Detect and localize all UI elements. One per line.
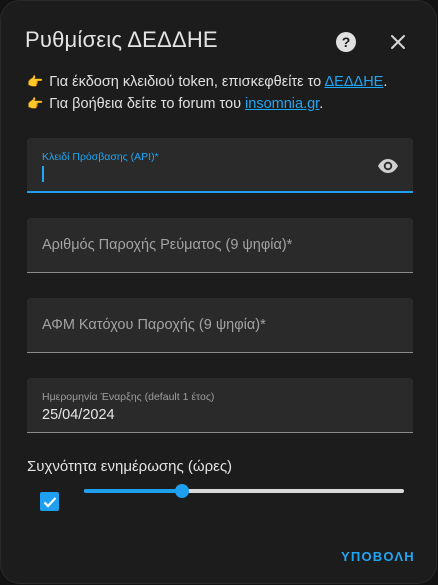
- info-text: Για έκδοση κλειδιού token, επισκεφθείτε …: [49, 74, 322, 90]
- info-line-forum: 👉 Για βοήθεια δείτε το forum του insomnia…: [27, 96, 323, 112]
- dialog-title: Ρυθμίσεις ΔΕΔΔΗΕ: [25, 27, 218, 52]
- submit-button[interactable]: ΥΠΟΒΟΛΗ: [341, 549, 415, 564]
- eye-icon[interactable]: [377, 158, 399, 174]
- supply-number-label: Αριθμός Παροχής Ρεύματος (9 ψηφία)*: [42, 237, 293, 253]
- frequency-slider[interactable]: [84, 482, 404, 500]
- slider-fill: [84, 489, 182, 493]
- settings-dialog: Ρυθμίσεις ΔΕΔΔΗΕ ? 👉 Για έκδοση κλειδιού …: [0, 0, 437, 584]
- checkmark-icon: [43, 496, 56, 508]
- help-button[interactable]: ?: [332, 28, 360, 56]
- text-caret: [42, 166, 44, 182]
- info-punct: .: [383, 74, 388, 90]
- info-text: Για βοήθεια δείτε το forum του: [49, 96, 242, 112]
- frequency-label: Συχνότητα ενημέρωσης (ώρες): [27, 458, 233, 475]
- insomnia-link[interactable]: insomnia.gr: [245, 96, 319, 112]
- tax-id-label: ΑΦΜ Κατόχου Παροχής (9 ψηφία)*: [42, 317, 266, 333]
- info-punct: .: [319, 96, 324, 112]
- pointing-hand-icon: 👉: [27, 96, 44, 111]
- slider-thumb[interactable]: [174, 484, 189, 498]
- deddie-link[interactable]: ΔΕΔΔΗΕ: [324, 74, 383, 90]
- tax-id-field[interactable]: ΑΦΜ Κατόχου Παροχής (9 ψηφία)*: [27, 298, 413, 353]
- api-key-field[interactable]: Κλειδί Πρόσβασης (API)*: [27, 138, 413, 193]
- start-date-value: 25/04/2024: [42, 407, 115, 423]
- api-key-label: Κλειδί Πρόσβασης (API)*: [42, 151, 159, 163]
- start-date-label: Ημερομηνία Έναρξης (default 1 έτος): [42, 391, 215, 403]
- info-line-token: 👉 Για έκδοση κλειδιού token, επισκεφθείτε…: [27, 74, 387, 90]
- start-date-field[interactable]: Ημερομηνία Έναρξης (default 1 έτος) 25/0…: [27, 378, 413, 433]
- close-x-icon: [391, 35, 405, 49]
- supply-number-field[interactable]: Αριθμός Παροχής Ρεύματος (9 ψηφία)*: [27, 218, 413, 273]
- pointing-hand-icon: 👉: [27, 74, 44, 89]
- frequency-checkbox[interactable]: [40, 492, 59, 511]
- question-circle-icon: ?: [336, 32, 356, 52]
- close-button[interactable]: [384, 28, 412, 56]
